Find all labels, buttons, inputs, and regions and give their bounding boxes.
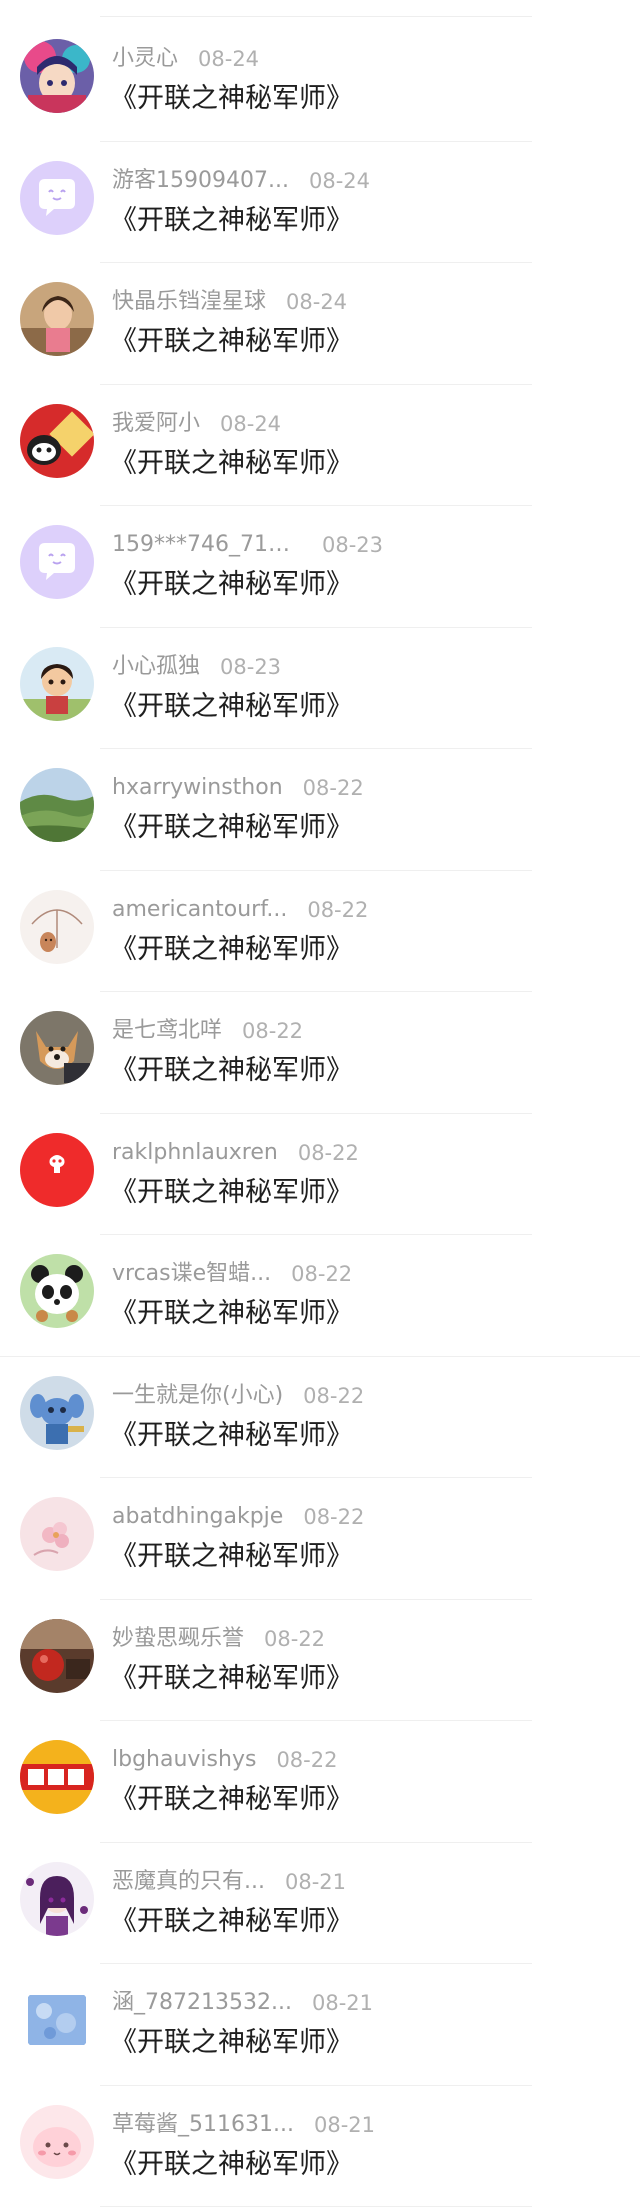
date: 08-21 bbox=[312, 1988, 373, 2018]
movie-logo-avatar-icon[interactable] bbox=[20, 1740, 94, 1814]
stitch-toy-avatar-icon[interactable] bbox=[20, 1376, 94, 1450]
list-item[interactable]: 一生就是你(小心) 08-22 《开联之神秘军师》 bbox=[0, 1357, 640, 1479]
book-title[interactable]: 《开联之神秘军师》 bbox=[110, 566, 353, 604]
cartoon-boy-avatar-icon[interactable] bbox=[20, 647, 94, 721]
reader-list: 小灵心 08-24 《开联之神秘军师》 游客15909407... 08-24 《开… bbox=[0, 20, 640, 2207]
list-item[interactable]: vrcas谍e智蜡... 08-22 《开联之神秘军师》 bbox=[0, 1235, 640, 1357]
nickname[interactable]: 一生就是你(小心) bbox=[112, 1381, 283, 1411]
date: 08-23 bbox=[220, 652, 281, 682]
book-title[interactable]: 《开联之神秘军师》 bbox=[110, 931, 353, 969]
pink-blob-avatar-icon[interactable] bbox=[20, 2105, 94, 2179]
umbrella-sketch-avatar-icon[interactable] bbox=[20, 890, 94, 964]
list-item[interactable]: lbghauvishys 08-22 《开联之神秘军师》 bbox=[0, 1721, 640, 1843]
date: 08-24 bbox=[286, 287, 347, 317]
nickname[interactable]: 妙蛰思觋乐誉 bbox=[112, 1624, 244, 1654]
list-item[interactable]: hxarrywinsthon 08-22 《开联之神秘军师》 bbox=[0, 749, 640, 871]
date: 08-24 bbox=[198, 44, 259, 74]
anime-girl-avatar-icon[interactable] bbox=[20, 39, 94, 113]
date: 08-22 bbox=[276, 1745, 337, 1775]
list-item[interactable]: 快晶乐铛湟星球 08-24 《开联之神秘军师》 bbox=[0, 263, 640, 385]
list-item[interactable]: 159***746_714... 08-23 《开联之神秘军师》 bbox=[0, 506, 640, 628]
date: 08-21 bbox=[314, 2110, 375, 2140]
nickname[interactable]: 恶魔真的只有... bbox=[112, 1867, 265, 1897]
nickname[interactable]: raklphnlauxren bbox=[112, 1138, 278, 1168]
list-item[interactable]: 恶魔真的只有... 08-21 《开联之神秘军师》 bbox=[0, 1843, 640, 1965]
list-item[interactable]: 小心孤独 08-23 《开联之神秘军师》 bbox=[0, 628, 640, 750]
list-item[interactable]: 小灵心 08-24 《开联之神秘军师》 bbox=[0, 20, 640, 142]
panda-avatar-icon[interactable] bbox=[20, 1254, 94, 1328]
nickname[interactable]: 草莓酱_511631... bbox=[112, 2110, 294, 2140]
green-hills-avatar-icon[interactable] bbox=[20, 768, 94, 842]
default-chat-avatar-icon[interactable] bbox=[20, 525, 94, 599]
nickname[interactable]: 小灵心 bbox=[112, 44, 178, 74]
list-item[interactable]: 我爱阿小 08-24 《开联之神秘军师》 bbox=[0, 385, 640, 507]
list-item[interactable]: 是七鸢北咩 08-22 《开联之神秘军师》 bbox=[0, 992, 640, 1114]
book-title[interactable]: 《开联之神秘军师》 bbox=[110, 2146, 353, 2184]
book-title[interactable]: 《开联之神秘军师》 bbox=[110, 1781, 353, 1819]
nickname[interactable]: abatdhingakpje bbox=[112, 1502, 283, 1532]
date: 08-22 bbox=[264, 1624, 325, 1654]
red-apple-avatar-icon[interactable] bbox=[20, 1619, 94, 1693]
list-item[interactable]: raklphnlauxren 08-22 《开联之神秘军师》 bbox=[0, 1114, 640, 1236]
child-photo-avatar-icon[interactable] bbox=[20, 282, 94, 356]
book-title[interactable]: 《开联之神秘军师》 bbox=[110, 1174, 353, 1212]
book-title[interactable]: 《开联之神秘军师》 bbox=[110, 1903, 353, 1941]
nickname[interactable]: americantourf... bbox=[112, 895, 287, 925]
date: 08-23 bbox=[322, 530, 383, 560]
blue-sky-avatar-icon[interactable] bbox=[20, 1983, 94, 2057]
date: 08-22 bbox=[303, 1502, 364, 1532]
nickname[interactable]: lbghauvishys bbox=[112, 1745, 256, 1775]
date: 08-22 bbox=[242, 1016, 303, 1046]
date: 08-22 bbox=[303, 773, 364, 803]
date: 08-22 bbox=[307, 895, 368, 925]
book-title[interactable]: 《开联之神秘军师》 bbox=[110, 1660, 353, 1698]
nickname[interactable]: 159***746_714... bbox=[112, 530, 302, 560]
date: 08-24 bbox=[220, 409, 281, 439]
red-logo-avatar-icon[interactable] bbox=[20, 1133, 94, 1207]
book-title[interactable]: 《开联之神秘军师》 bbox=[110, 1417, 353, 1455]
pink-flower-avatar-icon[interactable] bbox=[20, 1497, 94, 1571]
nickname[interactable]: 涵_787213532... bbox=[112, 1988, 292, 2018]
nickname[interactable]: 快晶乐铛湟星球 bbox=[112, 287, 266, 317]
list-item[interactable]: 涵_787213532... 08-21 《开联之神秘军师》 bbox=[0, 1964, 640, 2086]
purple-anime-avatar-icon[interactable] bbox=[20, 1862, 94, 1936]
list-item[interactable]: 草莓酱_511631... 08-21 《开联之神秘军师》 bbox=[0, 2086, 640, 2207]
book-title[interactable]: 《开联之神秘军师》 bbox=[110, 80, 353, 118]
nickname[interactable]: vrcas谍e智蜡... bbox=[112, 1259, 271, 1289]
list-item[interactable]: abatdhingakpje 08-22 《开联之神秘军师》 bbox=[0, 1478, 640, 1600]
book-title[interactable]: 《开联之神秘军师》 bbox=[110, 1538, 353, 1576]
date: 08-24 bbox=[309, 166, 370, 196]
date: 08-22 bbox=[298, 1138, 359, 1168]
nickname[interactable]: 小心孤独 bbox=[112, 652, 200, 682]
nickname[interactable]: 我爱阿小 bbox=[112, 409, 200, 439]
book-title[interactable]: 《开联之神秘军师》 bbox=[110, 202, 353, 240]
date: 08-22 bbox=[303, 1381, 364, 1411]
book-title[interactable]: 《开联之神秘军师》 bbox=[110, 688, 353, 726]
list-item[interactable]: 游客15909407... 08-24 《开联之神秘军师》 bbox=[0, 142, 640, 264]
book-title[interactable]: 《开联之神秘军师》 bbox=[110, 1052, 353, 1090]
list-item[interactable]: americantourf... 08-22 《开联之神秘军师》 bbox=[0, 871, 640, 993]
dog-photo-avatar-icon[interactable] bbox=[20, 1011, 94, 1085]
book-title[interactable]: 《开联之神秘军师》 bbox=[110, 2024, 353, 2062]
nickname[interactable]: 是七鸢北咩 bbox=[112, 1016, 222, 1046]
book-title[interactable]: 《开联之神秘军师》 bbox=[110, 323, 353, 361]
book-title[interactable]: 《开联之神秘军师》 bbox=[110, 809, 353, 847]
book-title[interactable]: 《开联之神秘军师》 bbox=[110, 1295, 353, 1333]
top-divider bbox=[100, 16, 532, 17]
nickname[interactable]: 游客15909407... bbox=[112, 166, 289, 196]
date: 08-21 bbox=[285, 1867, 346, 1897]
list-item[interactable]: 妙蛰思觋乐誉 08-22 《开联之神秘军师》 bbox=[0, 1600, 640, 1722]
nickname[interactable]: hxarrywinsthon bbox=[112, 773, 283, 803]
fu-blessing-avatar-icon[interactable] bbox=[20, 404, 94, 478]
date: 08-22 bbox=[291, 1259, 352, 1289]
book-title[interactable]: 《开联之神秘军师》 bbox=[110, 445, 353, 483]
default-chat-avatar-icon[interactable] bbox=[20, 161, 94, 235]
